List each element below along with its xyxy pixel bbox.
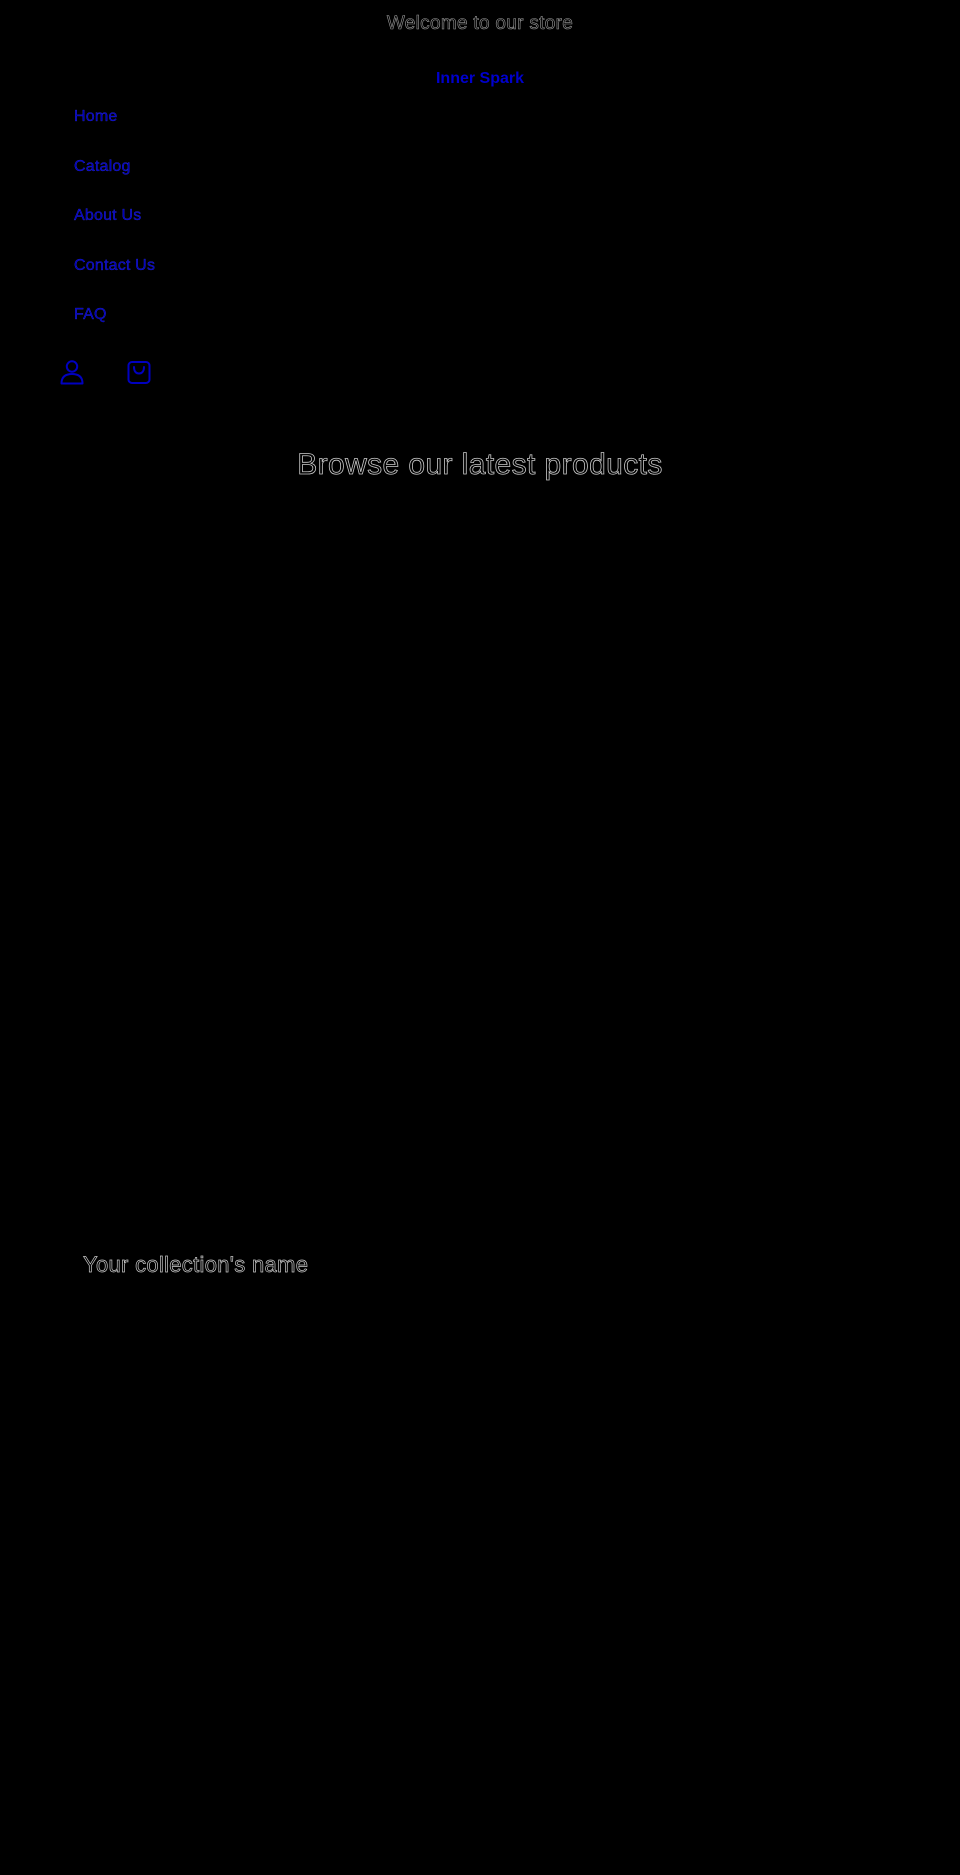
nav-link-home[interactable]: Home	[74, 108, 118, 126]
nav-item-about-us: About Us	[74, 207, 155, 257]
nav-item-contact-us: Contact Us	[74, 256, 155, 307]
cart-icon	[127, 361, 151, 384]
store-name-link[interactable]: Inner Spark	[0, 70, 960, 88]
nav-item-faq: FAQ	[74, 306, 155, 356]
account-icon	[60, 360, 84, 385]
nav-link-contact-us[interactable]: Contact Us	[74, 256, 155, 275]
nav-item-home: Home	[74, 108, 155, 158]
account-button[interactable]	[55, 355, 89, 389]
nav-link-faq[interactable]: FAQ	[74, 306, 107, 324]
cart-button[interactable]	[122, 355, 156, 389]
nav-link-catalog[interactable]: Catalog	[74, 157, 131, 176]
main-nav: Home Catalog About Us Contact Us FAQ	[74, 108, 155, 356]
collection-title: Your collection's name	[83, 1252, 309, 1278]
nav-link-about-us[interactable]: About Us	[74, 207, 141, 225]
announcement-text: Welcome to our store	[386, 12, 574, 34]
nav-item-catalog: Catalog	[74, 157, 155, 208]
announcement-bar: Welcome to our store	[0, 0, 960, 47]
hero-heading: Browse our latest products	[297, 448, 663, 482]
